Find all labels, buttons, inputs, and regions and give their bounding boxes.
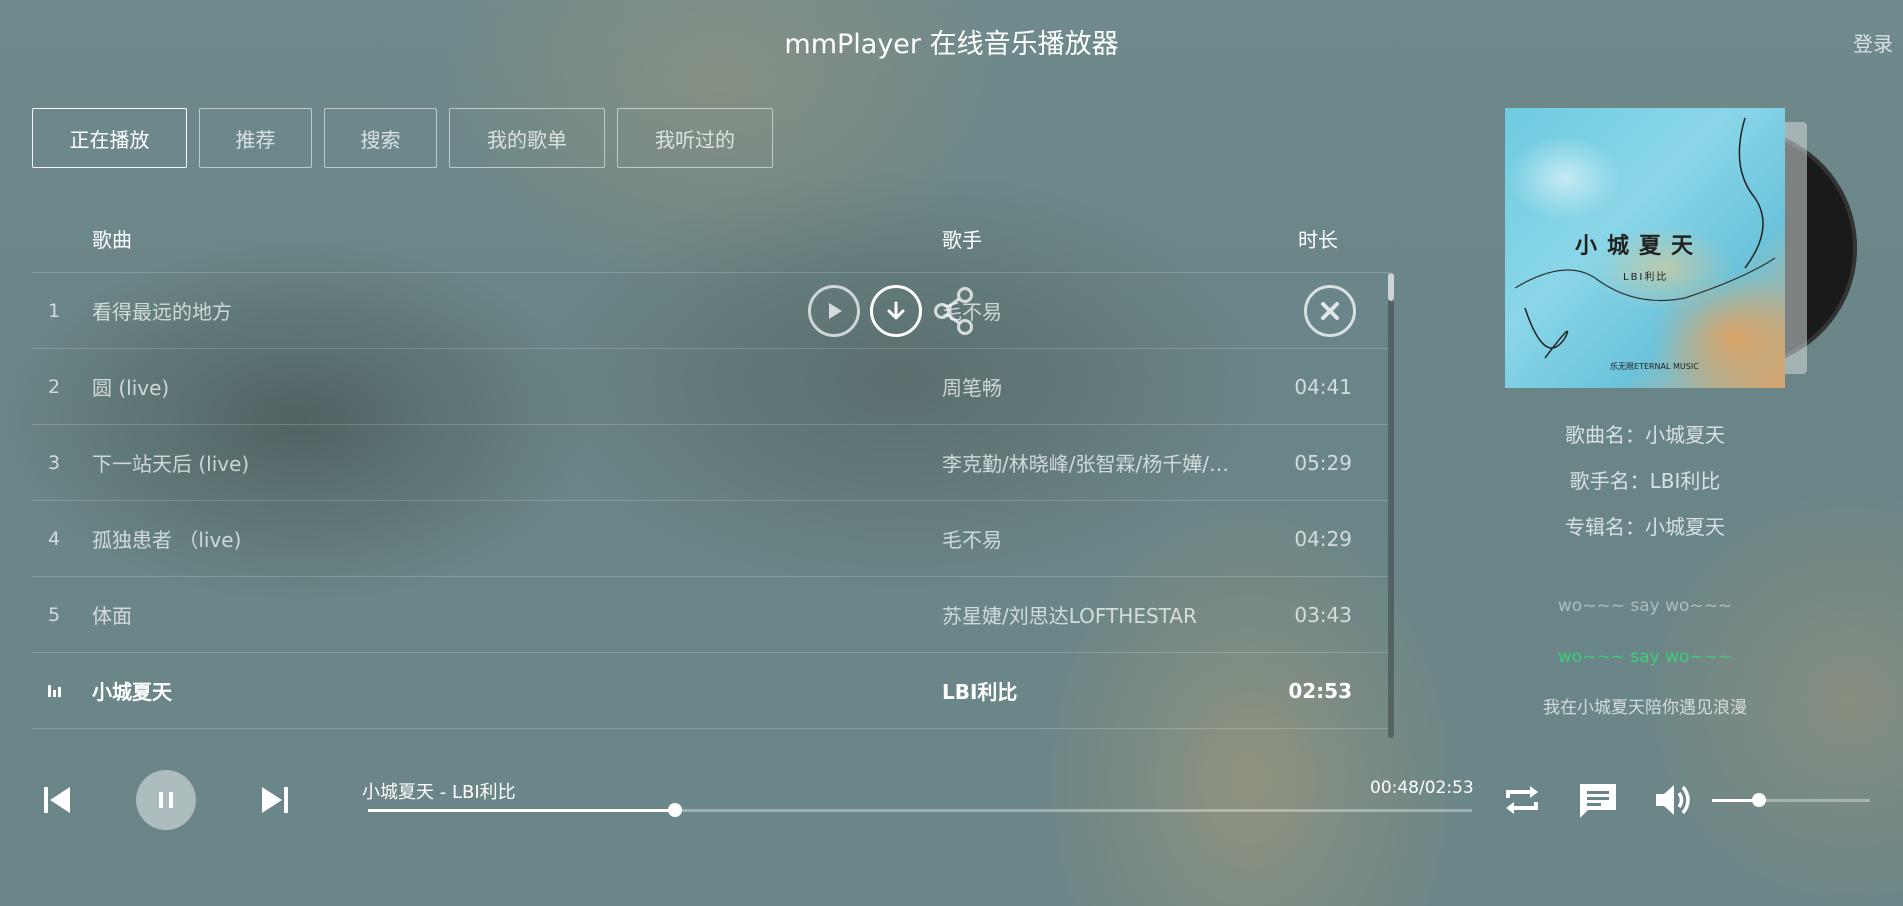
previous-icon[interactable] [40,782,76,818]
row-singer[interactable]: 毛不易 [942,296,1242,325]
info-album-name: 专辑名：小城夏天 [1565,515,1725,539]
row-actions [808,285,978,337]
table-row[interactable]: 5 体面 苏星婕/刘思达LOFTHESTAR 03:43 [32,577,1390,653]
list-scrollbar[interactable] [1388,273,1394,738]
lyrics-panel: wo~~~ say wo~~~ wo~~~ say wo~~~ 我在小城夏天陪你… [1505,590,1785,743]
list-header: 歌曲 歌手 时长 [32,205,1390,273]
song-info: 歌曲名：小城夏天 歌手名：LBI利比 专辑名：小城夏天 [1505,412,1785,550]
row-duration: 05:29 [1294,450,1352,475]
header-duration: 时长 [1298,228,1338,252]
player-bar: 小城夏天 - LBI利比 00:48/02:53 [0,760,1903,840]
play-icon[interactable] [808,285,860,337]
tab-now-playing[interactable]: 正在播放 [32,108,187,168]
playing-indicator-icon [32,680,92,702]
row-song-name: 下一站天后 (live) [92,452,250,476]
progress-handle[interactable] [667,803,682,817]
row-number: 2 [48,375,61,398]
row-song-name: 小城夏天 [92,680,172,704]
row-duration: 02:53 [1288,678,1352,703]
progress-fill [368,809,675,812]
row-song-name: 体面 [92,604,132,628]
info-singer-name: 歌手名：LBI利比 [1569,469,1721,493]
row-number: 1 [48,299,61,322]
pause-button[interactable] [136,770,196,830]
row-number: 4 [48,527,61,550]
now-playing-title: 小城夏天 - LBI利比 [362,782,516,803]
table-row[interactable]: 1 看得最远的地方 毛不易 [32,273,1390,349]
cover-artist: LBI利比 [1623,272,1669,283]
tab-history[interactable]: 我听过的 [617,108,773,168]
song-list: 歌曲 歌手 时长 1 看得最远的地方 毛不易 2 圆 (live) 周笔畅 04… [32,205,1390,729]
table-row[interactable]: 4 孤独患者 （live) 毛不易 04:29 [32,501,1390,577]
row-number: 3 [48,451,61,474]
tab-my-playlists[interactable]: 我的歌单 [449,108,605,168]
album-cover: 小城夏天 LBI利比 乐无限ETERNAL MUSIC [1505,108,1785,388]
delete-icon[interactable] [1304,285,1356,337]
loop-icon[interactable] [1500,778,1544,822]
comment-icon[interactable] [1576,778,1620,822]
row-singer[interactable]: 毛不易 [942,524,1242,553]
header-singer: 歌手 [942,228,982,252]
lyric-line-current: wo~~~ say wo~~~ [1557,647,1733,667]
row-song-name: 圆 (live) [92,376,170,400]
tab-recommend[interactable]: 推荐 [199,108,312,168]
volume-handle[interactable] [1752,793,1767,807]
table-row[interactable]: 3 下一站天后 (live) 李克勤/林晓峰/张智霖/杨千嬅/… 05:29 [32,425,1390,501]
playback-time: 00:48/02:53 [1370,778,1474,798]
next-icon[interactable] [256,782,292,818]
app-title: mmPlayer 在线音乐播放器 [784,29,1119,60]
cover-title: 小城夏天 [1575,233,1704,259]
tab-bar: 正在播放 推荐 搜索 我的歌单 我听过的 [32,108,785,168]
login-link[interactable]: 登录 [1853,28,1893,57]
row-singer[interactable]: 苏星婕/刘思达LOFTHESTAR [942,600,1242,629]
row-number: 5 [48,603,61,626]
table-row-playing[interactable]: 小城夏天 LBI利比 02:53 [32,653,1390,729]
volume-icon[interactable] [1652,778,1696,822]
lyric-line-prev: wo~~~ say wo~~~ [1557,596,1733,616]
scrollbar-thumb[interactable] [1388,273,1394,301]
album-art: 小城夏天 LBI利比 乐无限ETERNAL MUSIC [1505,108,1857,388]
table-row[interactable]: 2 圆 (live) 周笔畅 04:41 [32,349,1390,425]
row-duration: 04:41 [1294,374,1352,399]
row-singer[interactable]: LBI利比 [942,676,1242,705]
row-song-name: 孤独患者 （live) [92,528,242,552]
lyric-line-next: 我在小城夏天陪你遇见浪漫 [1543,698,1747,718]
cover-label: 乐无限ETERNAL MUSIC [1610,362,1699,371]
volume-slider[interactable] [1712,793,1870,807]
tab-search[interactable]: 搜索 [324,108,437,168]
row-singer[interactable]: 周笔畅 [942,372,1242,401]
header-song: 歌曲 [92,228,132,252]
row-duration: 03:43 [1294,602,1352,627]
progress-bar[interactable] [368,803,1472,817]
info-song-name: 歌曲名：小城夏天 [1565,423,1725,447]
download-icon[interactable] [870,285,922,337]
row-singer[interactable]: 李克勤/林晓峰/张智霖/杨千嬅/… [942,448,1242,477]
row-duration: 04:29 [1294,526,1352,551]
share-icon[interactable] [932,285,978,337]
